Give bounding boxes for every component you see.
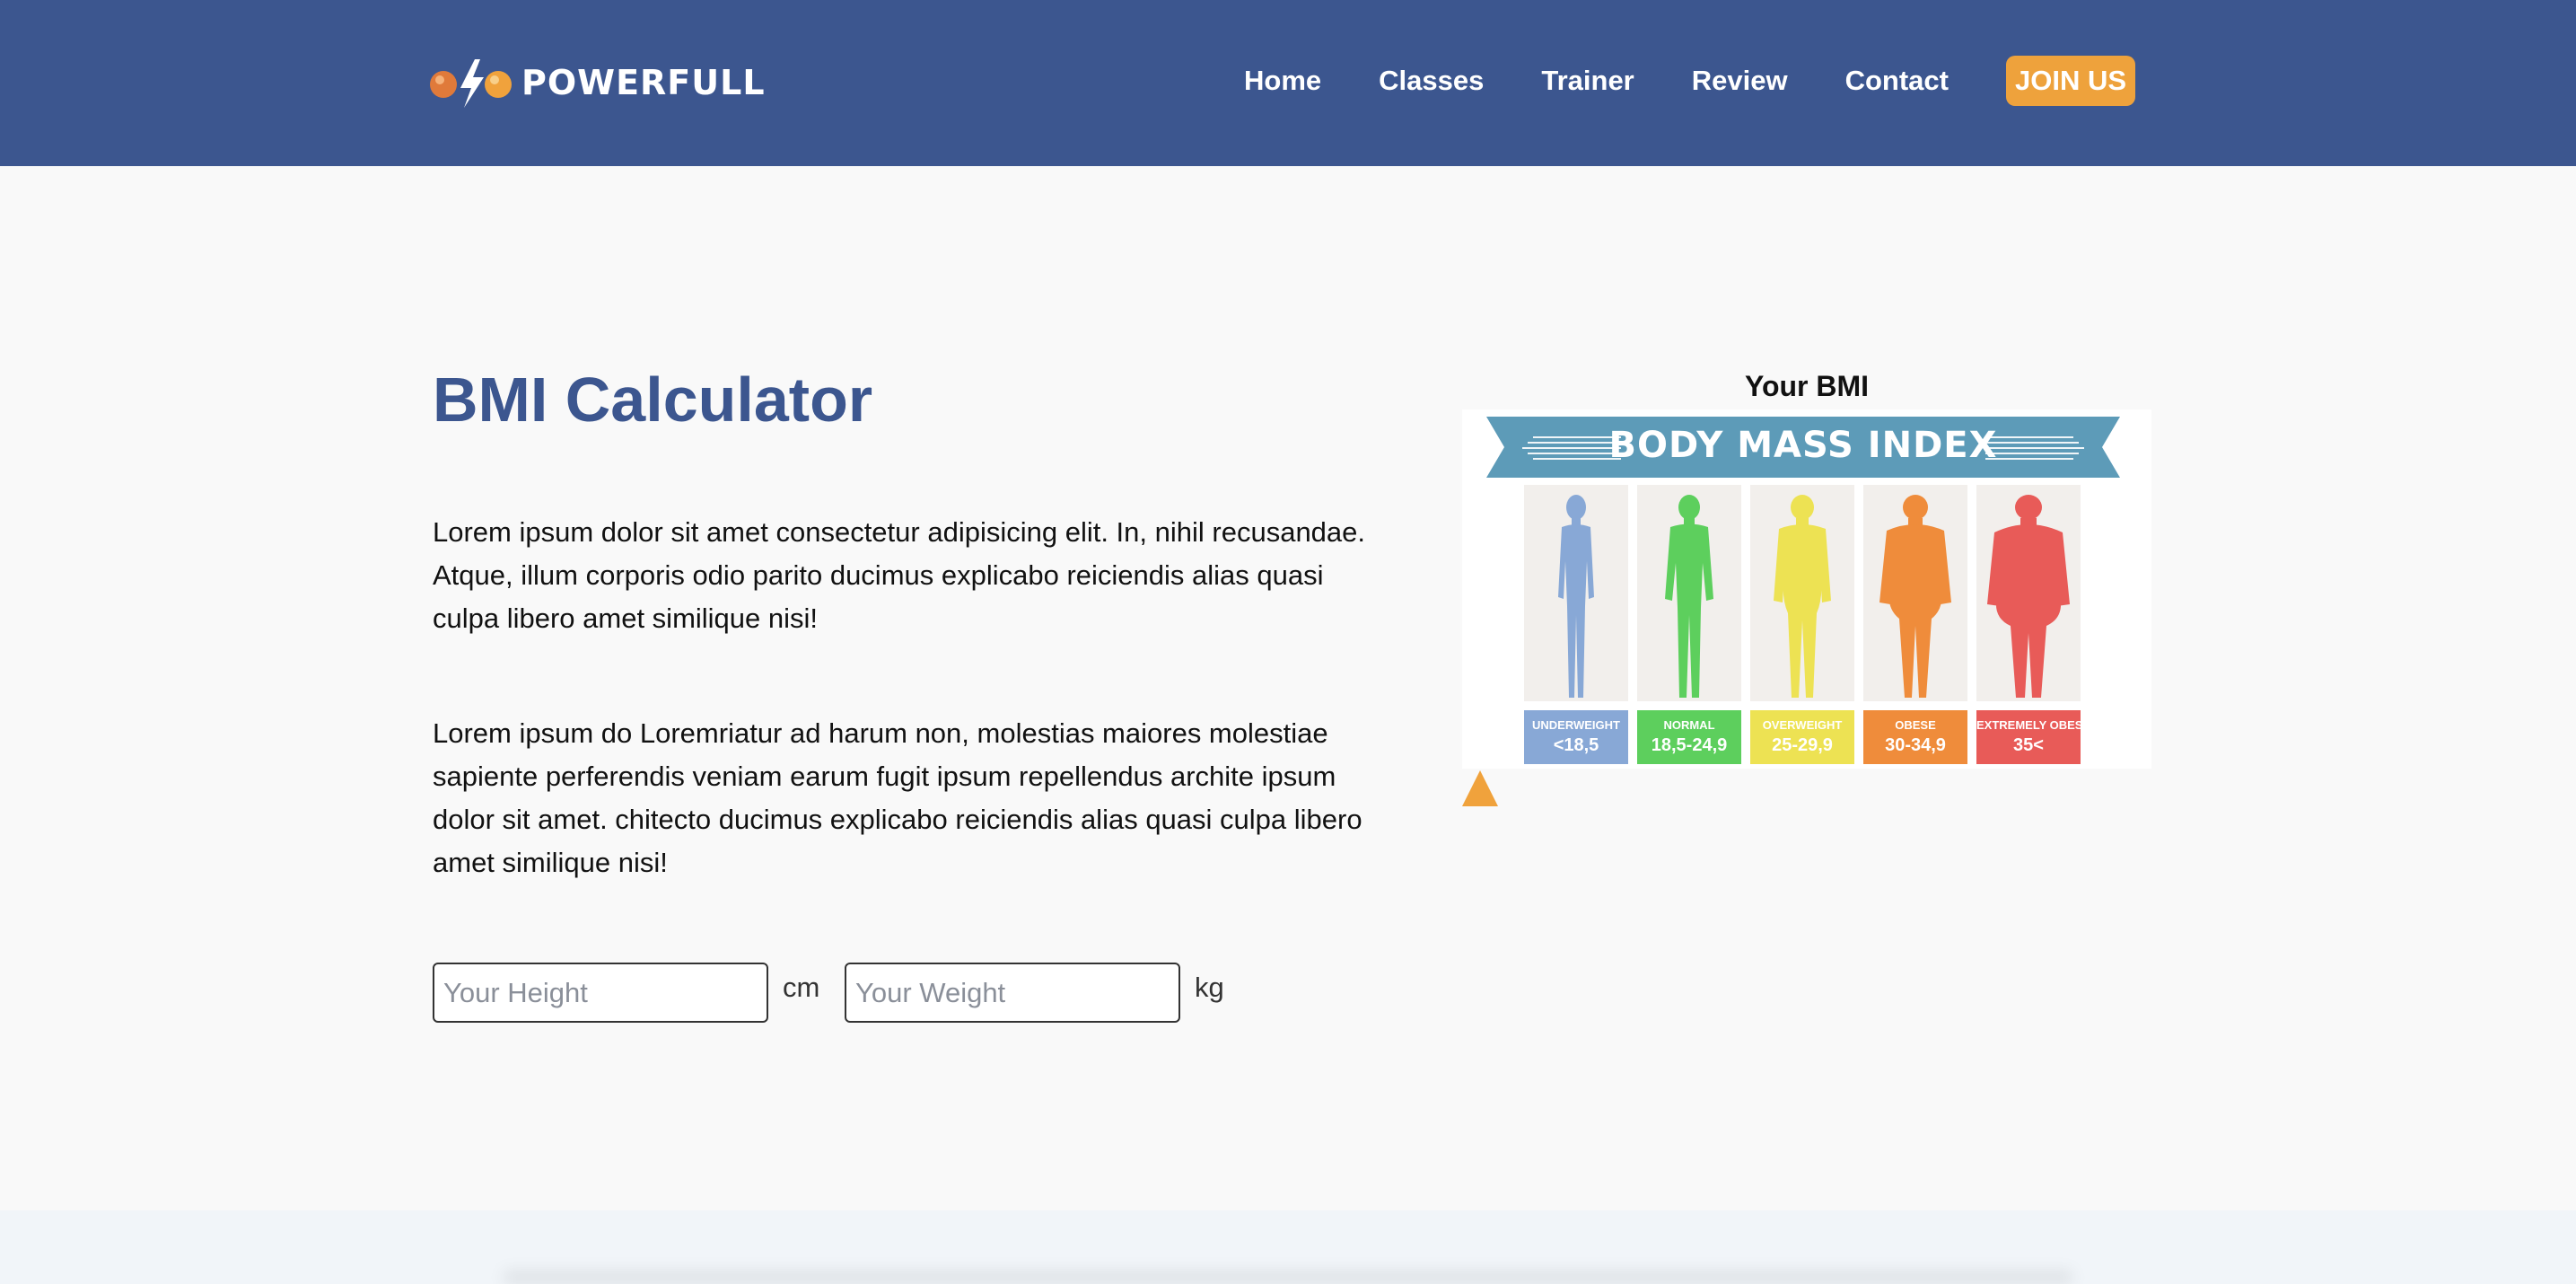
detail-paragraph: Lorem ipsum do Loremriatur ad harum non,… [433,717,1362,878]
nav-contact-link[interactable]: Contact [1845,65,1949,97]
category-name: OVERWEIGHT [1762,718,1843,732]
brand-name: POWERFULL [521,63,766,102]
category-name: NORMAL [1663,718,1715,732]
underweight-label: UNDERWEIGHT <18,5 [1524,710,1628,764]
overweight-label: OVERWEIGHT 25-29,9 [1750,710,1854,764]
nav-classes-link[interactable]: Classes [1379,65,1484,97]
nav-review-link[interactable]: Review [1692,65,1788,97]
silhouette-box [1524,485,1628,701]
normal-person-icon [1665,495,1713,698]
bmi-chart-image: BODY MASS INDEX UNDERWEIGHT <18,5 NORMAL… [1462,409,2151,769]
bmi-pointer-triangle-icon [1462,770,1498,806]
category-name: OBESE [1895,718,1936,732]
height-input[interactable] [433,963,768,1023]
silhouette-box [1976,485,2081,701]
obese-person-icon [1879,495,1951,698]
weight-unit-label: kg [1195,972,1224,1003]
join-us-button[interactable]: JOIN US [2005,56,2136,106]
brand-logo[interactable]: POWERFULL [428,56,766,110]
bmi-banner-title: BODY MASS INDEX [1608,425,1998,466]
underweight-person-icon [1558,495,1594,698]
category-range: 30-34,9 [1885,735,1946,755]
category-range: <18,5 [1553,735,1599,755]
bmi-categories: UNDERWEIGHT <18,5 NORMAL 18,5-24,9 OVERW… [1524,485,2091,769]
weight-input[interactable] [845,963,1180,1023]
main-nav: Home Classes Trainer Review Contact JOIN… [1244,56,2136,106]
category-range: 25-29,9 [1772,735,1833,755]
dumbbell-logo-icon [430,59,512,108]
category-range: 35< [2013,735,2044,755]
category-name: EXTREMELY OBESE [1976,718,2091,732]
silhouette-box [1637,485,1741,701]
height-unit-label: cm [783,972,820,1003]
obese-label: OBESE 30-34,9 [1863,710,1967,764]
extremely-obese-person-icon [1987,495,2070,698]
extremely-obese-label: EXTREMELY OBESE 35< [1976,710,2091,764]
overweight-person-icon [1774,495,1831,698]
normal-label: NORMAL 18,5-24,9 [1637,710,1741,764]
nav-home-link[interactable]: Home [1244,65,1321,97]
site-header: POWERFULL Home Classes Trainer Review Co… [0,0,2576,166]
silhouette-box [1750,485,1854,701]
category-range: 18,5-24,9 [1651,735,1728,755]
silhouette-box [1863,485,1967,701]
your-bmi-label: Your BMI [1744,370,1870,402]
intro-paragraph: Lorem ipsum dolor sit amet consectetur a… [433,516,1366,634]
card-shadow [503,1271,2073,1284]
page-title: BMI Calculator [433,365,873,435]
category-name: UNDERWEIGHT [1532,718,1620,732]
nav-trainer-link[interactable]: Trainer [1541,65,1634,97]
